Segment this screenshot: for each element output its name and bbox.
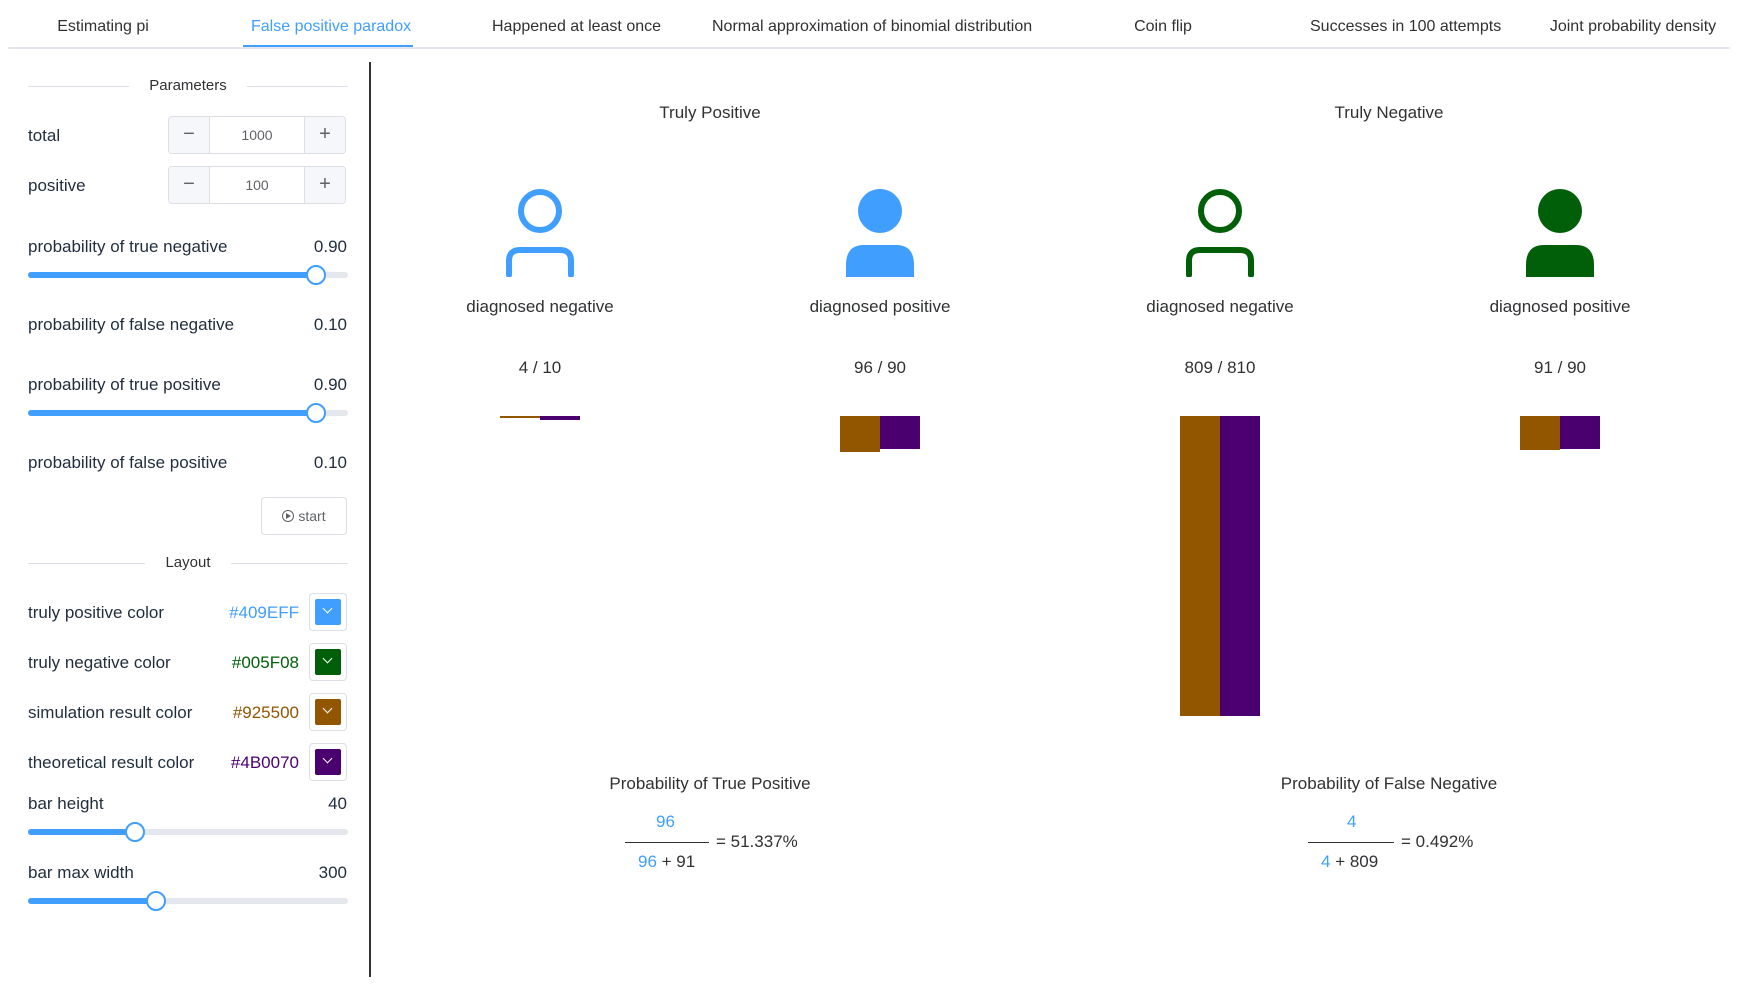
- tp-denominator: 96 + 91: [638, 852, 696, 871]
- active-tab-indicator: [243, 45, 413, 47]
- total-increment-button[interactable]: +: [304, 117, 345, 153]
- slider-fill: [28, 272, 316, 278]
- theoretical-bar: [1220, 416, 1260, 716]
- true-negative-slider[interactable]: [28, 265, 348, 285]
- total-label: total: [28, 126, 61, 145]
- truly-negative-color-picker[interactable]: [309, 643, 347, 681]
- fn-denominator: 4 + 809: [1321, 852, 1379, 871]
- slider-handle[interactable]: [146, 891, 166, 911]
- positive-increment-button[interactable]: +: [304, 167, 345, 203]
- tp-fraction-line: [625, 842, 709, 843]
- group-count: 96 / 90: [854, 358, 906, 377]
- person-filled-icon: [840, 187, 920, 277]
- layout-heading: Layout: [145, 554, 231, 571]
- simulated-bar: [1180, 416, 1220, 716]
- person-outline-icon: [500, 187, 580, 278]
- total-number-input: − +: [168, 116, 346, 154]
- settings-sidebar: Parameters total − + positive − + probab…: [0, 62, 371, 977]
- tab-false-positive-paradox[interactable]: False positive paradox: [251, 0, 411, 47]
- bar-height-value: 40: [328, 794, 347, 813]
- group-label: diagnosed negative: [466, 297, 614, 316]
- simulated-bar: [500, 416, 540, 418]
- slider-fill: [28, 410, 316, 416]
- theoretical-bar: [1560, 416, 1600, 449]
- true-positive-label: probability of true positive: [28, 375, 221, 394]
- tab-joint-probability-density[interactable]: Joint probability density: [1548, 0, 1718, 47]
- layout-divider: Layout: [28, 554, 348, 571]
- positive-number-input: − +: [168, 166, 346, 204]
- truly-negative-color-hex: #005F08: [231, 653, 299, 672]
- tab-happened-at-least-once[interactable]: Happened at least once: [492, 0, 661, 47]
- truly-positive-title: Truly Positive: [659, 103, 761, 122]
- true-negative-value: 0.90: [313, 237, 347, 256]
- slider-fill: [28, 829, 135, 835]
- theoretical-color-hex: #4B0070: [230, 753, 299, 772]
- slider-handle[interactable]: [124, 822, 145, 842]
- true-positive-value: 0.90: [313, 375, 347, 394]
- simulated-bar: [840, 416, 880, 452]
- play-circle-icon: [282, 510, 295, 522]
- bar-max-width-slider[interactable]: [28, 891, 348, 911]
- simulation-color-picker[interactable]: [309, 693, 347, 731]
- truly-positive-color-picker[interactable]: [309, 593, 347, 631]
- start-button[interactable]: start: [261, 497, 347, 535]
- tp-result: = 51.337%: [716, 832, 798, 851]
- total-decrement-button[interactable]: −: [169, 117, 210, 153]
- person-outline-icon: [1180, 187, 1260, 278]
- tab-bar: Estimating pi False positive paradox Hap…: [8, 0, 1730, 49]
- simulation-color-label: simulation result color: [28, 703, 193, 722]
- group-count: 809 / 810: [1184, 358, 1256, 377]
- slider-handle[interactable]: [306, 265, 326, 285]
- fn-numerator: 4: [1347, 812, 1357, 831]
- tab-normal-approximation[interactable]: Normal approximation of binomial distrib…: [712, 0, 1032, 47]
- false-positive-label: probability of false positive: [28, 453, 228, 472]
- positive-input[interactable]: [210, 167, 304, 203]
- truly-positive-color-hex: #409EFF: [229, 603, 299, 622]
- simulation-color-hex: #925500: [232, 703, 299, 722]
- simulation-panel: Truly Positive Truly Negative diagnosed …: [371, 62, 1738, 977]
- true-positive-slider[interactable]: [28, 403, 348, 423]
- truly-negative-title: Truly Negative: [1334, 103, 1444, 122]
- start-button-label: start: [298, 508, 326, 524]
- group-label: diagnosed positive: [1489, 297, 1631, 316]
- fn-result: = 0.492%: [1401, 832, 1474, 851]
- parameters-divider: Parameters: [28, 77, 348, 94]
- tab-coin-flip[interactable]: Coin flip: [1128, 0, 1198, 47]
- bar-height-label: bar height: [28, 794, 104, 813]
- true-positive-probability-title: Probability of True Positive: [609, 774, 811, 793]
- group-count: 4 / 10: [518, 358, 562, 377]
- parameters-heading: Parameters: [129, 77, 247, 94]
- bar-max-width-label: bar max width: [28, 863, 134, 882]
- tab-estimating-pi[interactable]: Estimating pi: [56, 0, 150, 47]
- theoretical-color-label: theoretical result color: [28, 753, 195, 772]
- simulated-bar: [1520, 416, 1560, 450]
- fn-fraction-line: [1308, 842, 1394, 843]
- theoretical-color-picker[interactable]: [309, 743, 347, 781]
- false-negative-value: 0.10: [313, 315, 347, 334]
- theoretical-bar: [880, 416, 920, 449]
- theoretical-bar: [540, 416, 580, 420]
- bar-max-width-value: 300: [318, 863, 347, 882]
- false-negative-probability-title: Probability of False Negative: [1280, 774, 1498, 793]
- group-count: 91 / 90: [1534, 358, 1586, 377]
- positive-decrement-button[interactable]: −: [169, 167, 210, 203]
- bar-height-slider[interactable]: [28, 822, 348, 842]
- slider-handle[interactable]: [306, 403, 326, 423]
- group-label: diagnosed negative: [1146, 297, 1294, 316]
- truly-positive-color-label: truly positive color: [28, 603, 165, 622]
- person-filled-icon: [1520, 187, 1600, 277]
- true-negative-label: probability of true negative: [28, 237, 228, 256]
- false-positive-value: 0.10: [313, 453, 347, 472]
- total-input[interactable]: [210, 117, 304, 153]
- false-negative-label: probability of false negative: [28, 315, 235, 334]
- tab-successes-in-100-attempts[interactable]: Successes in 100 attempts: [1310, 0, 1501, 47]
- tp-numerator: 96: [656, 812, 675, 831]
- positive-label: positive: [28, 176, 86, 195]
- group-label: diagnosed positive: [809, 297, 951, 316]
- truly-negative-color-label: truly negative color: [28, 653, 171, 672]
- slider-fill: [28, 898, 156, 904]
